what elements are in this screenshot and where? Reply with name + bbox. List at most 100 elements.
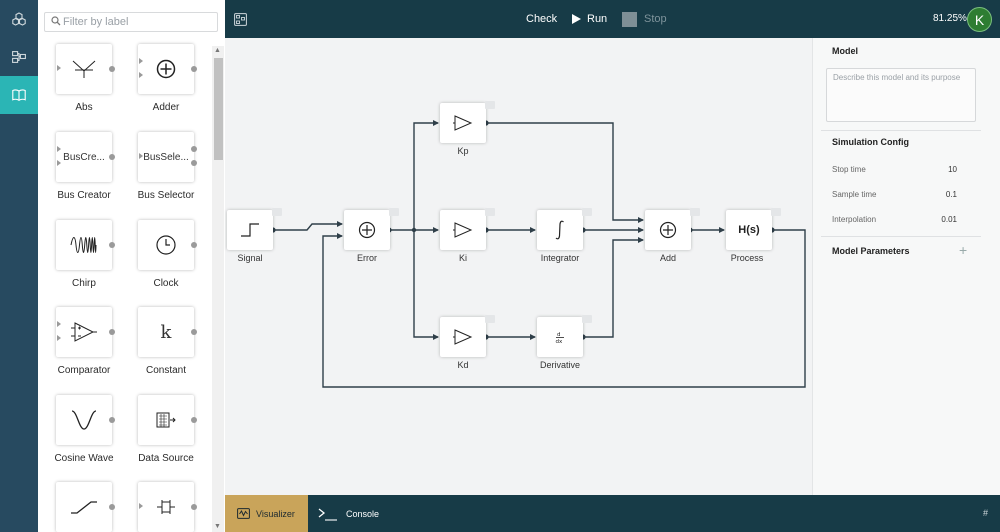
stop-time-value[interactable]: 10: [948, 165, 957, 174]
block-label-process: Process: [730, 253, 764, 263]
chirp-icon: [70, 237, 97, 253]
block-ki[interactable]: [440, 208, 495, 250]
divider: [821, 130, 981, 131]
bus-creator-icon: BusCre...: [63, 151, 105, 163]
library-item-label: Comparator: [57, 365, 111, 376]
console-label: Console: [346, 508, 380, 519]
library-tile[interactable]: [138, 220, 197, 270]
library-tile[interactable]: [138, 395, 197, 445]
divider: [821, 236, 981, 237]
scroll-up-icon[interactable]: ▲: [214, 47, 221, 54]
cube-cluster-icon: [12, 12, 26, 26]
user-avatar[interactable]: K: [967, 7, 992, 32]
stop-label: Stop: [644, 13, 667, 25]
block-status-icon: [272, 208, 282, 216]
block-library-panel: Abs Adder BusCre... Bus Creator BusSele.…: [38, 0, 225, 532]
abs-icon: [72, 60, 96, 78]
check-button[interactable]: Check: [526, 0, 557, 38]
block-label-ki: Ki: [458, 253, 467, 263]
block-process[interactable]: H(s): [726, 208, 781, 250]
tab-visualizer[interactable]: Visualizer: [225, 495, 308, 532]
model-parameters-header: Model Parameters: [832, 246, 910, 256]
run-button[interactable]: Run: [572, 0, 607, 38]
search-icon: [51, 16, 61, 26]
zoom-level: 81.25%: [933, 13, 967, 24]
library-tile[interactable]: BusCre...: [56, 132, 115, 182]
svg-text:dx: dx: [556, 339, 563, 344]
library-item-label: Chirp: [72, 278, 96, 289]
capacitor-icon: [157, 500, 175, 514]
simulation-config-header: Simulation Config: [832, 137, 909, 147]
library-item-label: Cosine Wave: [54, 453, 114, 464]
library-tile[interactable]: [56, 482, 115, 532]
library-tile[interactable]: [56, 44, 115, 94]
bus-selector-icon: BusSele...: [143, 151, 189, 163]
filter-box: [44, 12, 218, 32]
stop-time-label: Stop time: [832, 165, 866, 174]
model-description-input[interactable]: [826, 68, 976, 122]
block-label-derivative: Derivative: [539, 360, 580, 370]
library-item-label: Data Source: [138, 453, 194, 464]
library-tile[interactable]: [56, 220, 115, 270]
app-window: Abs Adder BusCre... Bus Creator BusSele.…: [0, 0, 1000, 532]
library-tile[interactable]: k: [138, 307, 197, 357]
library-scrollbar[interactable]: ▲ ▼: [212, 46, 224, 532]
scroll-down-icon[interactable]: ▼: [214, 523, 221, 530]
hash-indicator[interactable]: #: [983, 508, 988, 518]
check-label: Check: [526, 13, 558, 25]
block-integrator[interactable]: [537, 208, 592, 250]
run-label: Run: [587, 13, 608, 25]
nav-components-button[interactable]: [0, 0, 38, 38]
interpolation-row[interactable]: Interpolation 0.01: [832, 215, 957, 224]
nav-library-button[interactable]: [0, 76, 38, 114]
stop-time-row[interactable]: Stop time 10: [832, 165, 957, 174]
block-add[interactable]: [645, 208, 700, 250]
top-toolbar: Check Run Stop 81.25% K: [225, 0, 1000, 38]
block-status-icon: [485, 315, 495, 323]
block-label-kp: Kp: [457, 146, 469, 156]
book-icon: [12, 89, 26, 101]
block-status-icon: [485, 101, 495, 109]
sample-time-row[interactable]: Sample time 0.1: [832, 190, 957, 199]
library-tile[interactable]: [138, 482, 197, 532]
diagram-canvas[interactable]: Signal Error Kp Ki Kd Integrator d dx De…: [225, 38, 812, 495]
ramp-icon: [71, 501, 97, 514]
block-kp[interactable]: [440, 101, 495, 143]
filter-input[interactable]: [63, 14, 213, 30]
library-item-label: Bus Selector: [137, 190, 195, 201]
tab-console[interactable]: Console: [318, 495, 379, 532]
block-signal[interactable]: [227, 208, 282, 250]
constant-icon: k: [160, 321, 172, 343]
block-status-icon: [485, 208, 495, 216]
transfer-function-text: H(s): [738, 224, 760, 236]
library-tile[interactable]: [138, 44, 197, 94]
adder-icon: [156, 59, 176, 79]
block-status-icon: [582, 315, 592, 323]
scroll-thumb[interactable]: [214, 58, 223, 160]
derivative-icon: ddx: [556, 332, 564, 344]
library-item-label: Abs: [75, 102, 93, 113]
nav-diagram-button[interactable]: [0, 38, 38, 76]
stop-button[interactable]: Stop: [622, 0, 667, 38]
library-tile[interactable]: [56, 395, 115, 445]
sample-time-label: Sample time: [832, 190, 877, 199]
comparator-icon: [71, 322, 97, 342]
block-kd[interactable]: [440, 315, 495, 357]
library-tile[interactable]: BusSele...: [138, 132, 197, 182]
play-icon: [572, 14, 581, 24]
nav-rail: [0, 0, 38, 532]
interpolation-value[interactable]: 0.01: [941, 215, 957, 224]
sum-icon: [659, 221, 677, 239]
library-tile[interactable]: [56, 307, 115, 357]
gain-icon: [453, 222, 473, 238]
add-parameter-icon[interactable]: +: [959, 243, 967, 257]
block-derivative[interactable]: d dx: [537, 315, 592, 357]
diagram-view-button[interactable]: [234, 0, 247, 38]
block-label-signal: Signal: [237, 253, 263, 263]
block-label-kd: Kd: [457, 360, 469, 370]
visualizer-label: Visualizer: [256, 508, 295, 519]
diagram-frame-icon: [234, 12, 247, 26]
library-item-label: Clock: [153, 278, 179, 289]
block-error[interactable]: [344, 208, 399, 250]
sample-time-value[interactable]: 0.1: [946, 190, 957, 199]
